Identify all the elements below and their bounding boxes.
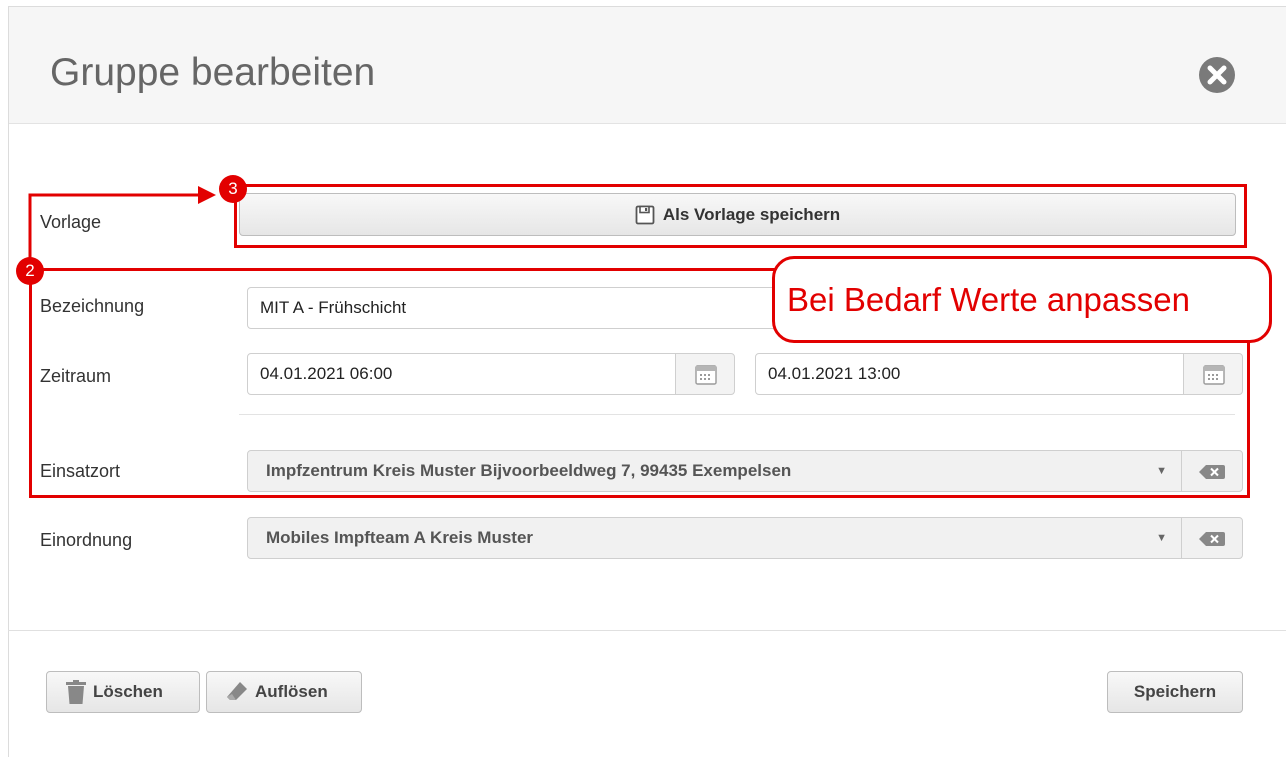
- einordnung-clear-button[interactable]: [1181, 517, 1243, 559]
- delete-label: Löschen: [93, 682, 163, 701]
- einordnung-value: Mobiles Impfteam A Kreis Muster: [266, 528, 534, 547]
- dissolve-label: Auflösen: [255, 682, 328, 701]
- close-button[interactable]: [1199, 57, 1235, 93]
- annotation-callout: Bei Bedarf Werte anpassen: [772, 256, 1272, 343]
- footer-divider: [8, 630, 1286, 631]
- delete-button[interactable]: Löschen: [46, 671, 200, 713]
- trash-icon: [66, 680, 86, 704]
- annotation-badge-step-3: 3: [219, 175, 247, 203]
- annotation-box-step-3: [234, 184, 1247, 248]
- einordnung-label: Einordnung: [40, 530, 133, 550]
- dropdown-caret-icon: ▼: [1156, 532, 1167, 544]
- save-button[interactable]: Speichern: [1107, 671, 1243, 713]
- save-label: Speichern: [1133, 682, 1217, 701]
- eraser-icon: [227, 682, 247, 700]
- backspace-clear-icon: [1199, 532, 1225, 546]
- dialog-title: Gruppe bearbeiten: [50, 51, 376, 94]
- annotation-badge-step-2: 2: [16, 257, 44, 285]
- dissolve-button[interactable]: Auflösen: [206, 671, 362, 713]
- dialog-header: Gruppe bearbeiten: [9, 7, 1286, 124]
- annotation-arrow: [28, 186, 216, 270]
- close-circle-icon: [1207, 65, 1227, 85]
- einordnung-select[interactable]: Mobiles Impfteam A Kreis Muster ▼: [247, 517, 1182, 559]
